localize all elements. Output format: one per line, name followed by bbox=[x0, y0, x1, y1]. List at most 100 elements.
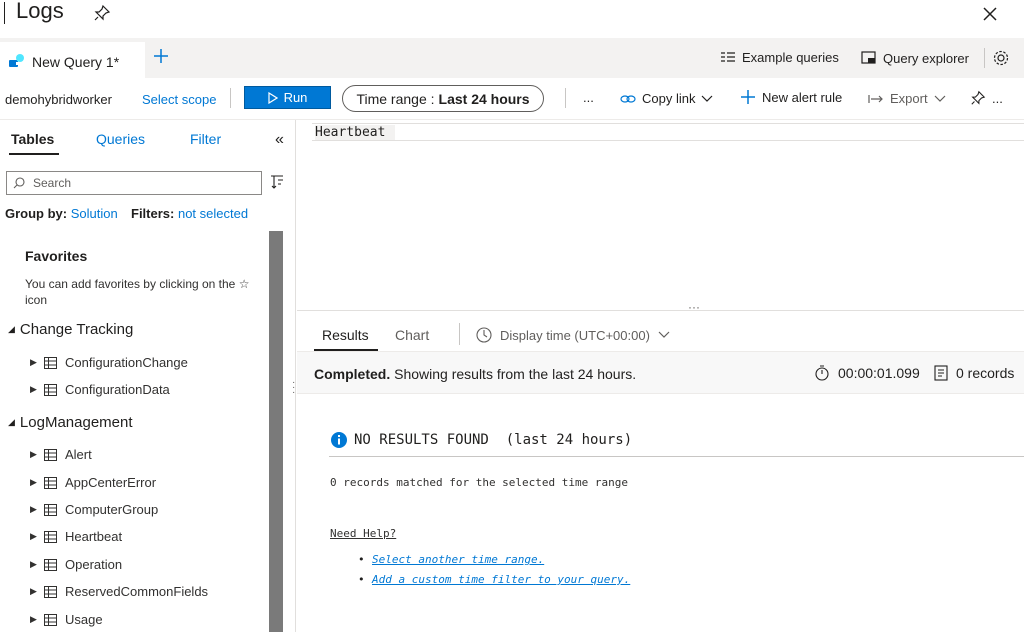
help-link-text[interactable]: Add a custom time filter to your query. bbox=[372, 573, 630, 586]
help-link-time-range[interactable]: • Select another time range. bbox=[358, 553, 544, 566]
no-results-text: NO RESULTS FOUND (last 24 hours) bbox=[354, 432, 633, 448]
group-log-management[interactable]: ◢ LogManagement bbox=[8, 414, 133, 431]
table-name: ReservedCommonFields bbox=[65, 584, 209, 599]
group-label: LogManagement bbox=[19, 414, 133, 431]
export-label: Export bbox=[890, 91, 928, 106]
table-icon bbox=[44, 503, 57, 516]
display-time-label: Display time (UTC+00:00) bbox=[500, 327, 650, 343]
caret-right-icon: ▶ bbox=[30, 614, 37, 624]
table-row[interactable]: ▶ Usage bbox=[30, 612, 103, 627]
close-icon[interactable] bbox=[980, 4, 1000, 24]
search-icon bbox=[13, 177, 25, 189]
time-range-picker[interactable]: Time range : Last 24 hours bbox=[342, 85, 544, 112]
run-label: Run bbox=[283, 90, 308, 105]
stopwatch-icon bbox=[815, 365, 829, 381]
matched-text: 0 records matched for the selected time … bbox=[330, 476, 629, 489]
new-alert-rule-label: New alert rule bbox=[762, 89, 843, 105]
status-text: Completed. Showing results from the last… bbox=[314, 366, 636, 382]
results-divider bbox=[459, 323, 460, 345]
bullet: • bbox=[358, 553, 365, 566]
filters[interactable]: Filters: not selected bbox=[131, 206, 248, 221]
status-bold: Completed. bbox=[314, 366, 391, 382]
table-name: AppCenterError bbox=[65, 475, 157, 490]
need-help-heading: Need Help? bbox=[330, 527, 397, 540]
table-row[interactable]: ▶ Heartbeat bbox=[30, 529, 122, 544]
caret-right-icon: ▶ bbox=[30, 477, 37, 487]
table-icon bbox=[44, 448, 57, 461]
bullet: • bbox=[358, 573, 365, 586]
log-analytics-icon bbox=[8, 53, 26, 69]
schema-panel bbox=[0, 120, 296, 632]
table-row[interactable]: ▶ ConfigurationChange bbox=[30, 355, 188, 370]
list-icon bbox=[721, 51, 735, 62]
tab-results[interactable]: Results bbox=[322, 327, 369, 343]
group-change-tracking[interactable]: ◢ Change Tracking bbox=[8, 321, 133, 338]
run-button[interactable]: Run bbox=[244, 86, 331, 109]
divider bbox=[329, 456, 1024, 457]
active-tab-indicator bbox=[9, 153, 59, 155]
new-alert-rule-button[interactable]: New alert rule bbox=[740, 89, 842, 105]
select-scope-link[interactable]: Select scope bbox=[142, 92, 216, 107]
export-button[interactable]: Export bbox=[868, 91, 946, 106]
favorites-title: Favorites bbox=[25, 248, 88, 264]
table-row[interactable]: ▶ ConfigurationData bbox=[30, 382, 170, 397]
help-link-time-filter[interactable]: • Add a custom time filter to your query. bbox=[358, 573, 630, 586]
play-icon bbox=[267, 91, 278, 104]
table-row[interactable]: ▶ ReservedCommonFields bbox=[30, 584, 208, 599]
tab-tables[interactable]: Tables bbox=[11, 131, 54, 147]
more-options-button[interactable]: ... bbox=[583, 90, 594, 105]
tab-filter[interactable]: Filter bbox=[190, 131, 221, 147]
table-icon bbox=[44, 613, 57, 626]
group-by-value[interactable]: Solution bbox=[71, 206, 118, 221]
example-queries-label: Example queries bbox=[742, 50, 839, 65]
help-link-text[interactable]: Select another time range. bbox=[372, 553, 544, 566]
pin-icon bbox=[971, 90, 986, 105]
table-name: Usage bbox=[65, 612, 103, 627]
caret-down-icon: ◢ bbox=[8, 324, 15, 334]
search-input[interactable]: Search bbox=[6, 171, 262, 195]
title-bar bbox=[0, 0, 1024, 38]
plus-icon bbox=[741, 90, 755, 104]
query-editor[interactable] bbox=[297, 120, 1024, 310]
example-queries-button[interactable]: Example queries bbox=[720, 50, 839, 65]
group-label: Change Tracking bbox=[19, 321, 134, 338]
add-tab-button[interactable] bbox=[152, 47, 170, 65]
table-row[interactable]: ▶ Alert bbox=[30, 447, 92, 462]
table-icon bbox=[44, 585, 57, 598]
horizontal-splitter[interactable] bbox=[297, 310, 1024, 313]
table-row[interactable]: ▶ ComputerGroup bbox=[30, 502, 158, 517]
toolbar-divider bbox=[984, 48, 985, 68]
splitter-handle-icon[interactable]: ··· bbox=[688, 300, 700, 314]
page-title: Logs bbox=[16, 0, 64, 23]
tab-chart[interactable]: Chart bbox=[395, 327, 429, 343]
query-explorer-button[interactable]: Query explorer bbox=[861, 50, 969, 66]
title-divider bbox=[4, 2, 5, 24]
scrollbar[interactable] bbox=[269, 231, 283, 632]
table-name: Alert bbox=[65, 447, 92, 462]
no-results-heading: NO RESULTS FOUND (last 24 hours) bbox=[330, 431, 632, 449]
scope-name: demohybridworker bbox=[5, 92, 112, 107]
vertical-splitter-handle[interactable]: · · · bbox=[292, 378, 295, 398]
copy-link-button[interactable]: Copy link bbox=[620, 91, 713, 106]
display-time-dropdown[interactable]: Display time (UTC+00:00) bbox=[476, 327, 670, 343]
caret-right-icon: ▶ bbox=[30, 357, 37, 367]
collapse-panel-icon[interactable]: « bbox=[275, 131, 284, 149]
table-name: ConfigurationData bbox=[65, 382, 170, 397]
time-range-value: Last 24 hours bbox=[438, 90, 530, 107]
table-icon bbox=[44, 530, 57, 543]
pin-to-dashboard-button[interactable]: ... bbox=[970, 90, 1003, 106]
query-explorer-icon bbox=[861, 51, 876, 64]
group-by[interactable]: Group by: Solution bbox=[5, 206, 118, 221]
time-range-label: Time range : bbox=[356, 90, 435, 107]
table-row[interactable]: ▶ AppCenterError bbox=[30, 475, 156, 490]
gear-icon[interactable] bbox=[992, 49, 1010, 67]
tab-queries[interactable]: Queries bbox=[96, 131, 145, 147]
table-row[interactable]: ▶ Operation bbox=[30, 557, 122, 572]
editor-current-line bbox=[312, 123, 1024, 141]
group-by-label: Group by: bbox=[5, 206, 68, 221]
pin-icon[interactable] bbox=[93, 4, 111, 22]
sort-icon[interactable] bbox=[270, 175, 284, 189]
filters-value[interactable]: not selected bbox=[178, 206, 248, 221]
tab-label[interactable]: New Query 1* bbox=[32, 54, 119, 70]
query-text[interactable]: Heartbeat bbox=[315, 125, 396, 140]
